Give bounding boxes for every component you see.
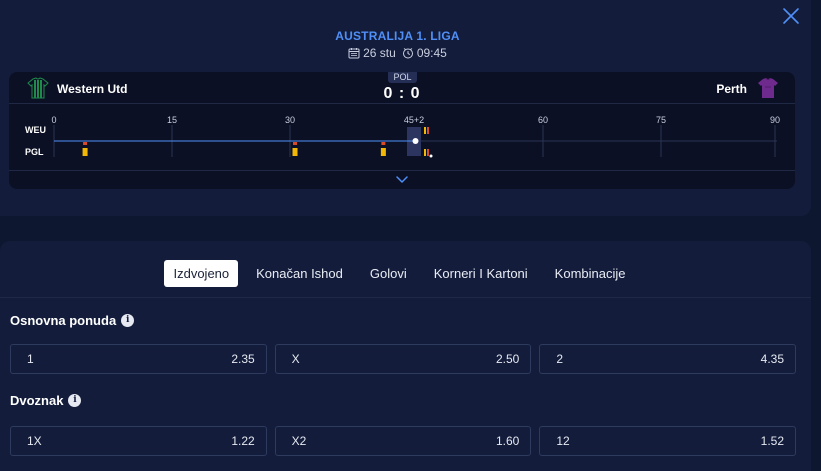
odd-button-x[interactable]: X 2.50 bbox=[274, 344, 532, 374]
timeline-tick-label: 45+2 bbox=[404, 115, 424, 125]
red-card-icon bbox=[427, 149, 429, 156]
market-title-label: Dvoznak bbox=[10, 393, 64, 408]
league-name: AUSTRALIJA 1. LIGA bbox=[335, 29, 460, 43]
odd-button-2[interactable]: 2 4.35 bbox=[539, 344, 797, 374]
red-card-icon bbox=[427, 127, 429, 134]
odds-row-dvoznak: 1X 1.22 X2 1.60 12 1.52 bbox=[10, 426, 797, 456]
timeline-tick-label: 60 bbox=[538, 115, 548, 125]
tab-konacan-ishod[interactable]: Konačan Ishod bbox=[247, 260, 352, 287]
current-minute-marker bbox=[412, 138, 419, 144]
info-icon[interactable]: i bbox=[68, 394, 82, 407]
odd-button-1x[interactable]: 1X 1.22 bbox=[10, 426, 267, 456]
tab-izdvojeno[interactable]: Izdvojeno bbox=[164, 259, 239, 287]
odd-button-x2[interactable]: X2 1.60 bbox=[274, 426, 532, 456]
match-date: 26 stu bbox=[363, 46, 396, 60]
timeline-tick-label: 90 bbox=[770, 115, 780, 125]
calendar-icon bbox=[348, 48, 360, 59]
odd-value: 4.35 bbox=[760, 352, 785, 366]
odd-button-12[interactable]: 12 1.52 bbox=[539, 426, 797, 456]
close-icon[interactable] bbox=[781, 6, 801, 26]
tabs-divider bbox=[0, 297, 811, 298]
yellow-card-icon bbox=[424, 127, 426, 134]
chevron-down-icon[interactable] bbox=[394, 173, 410, 187]
event-foul-mark bbox=[83, 142, 88, 145]
odds-row-osnovna-ponuda: 1 2.35 X 2.50 2 4.35 bbox=[10, 344, 797, 374]
market-tabs: Izdvojeno Konačan Ishod Golovi Korneri I… bbox=[0, 258, 811, 288]
odd-label: 2 bbox=[556, 352, 564, 366]
match-header-panel: AUSTRALIJA 1. LIGA 26 stu 09:45 Western … bbox=[0, 0, 811, 216]
odd-value: 1.22 bbox=[231, 434, 255, 448]
odd-label: 1 bbox=[27, 352, 34, 366]
timeline-tick-label: 0 bbox=[51, 115, 56, 125]
tab-kombinacije[interactable]: Kombinacije bbox=[546, 260, 635, 287]
expand-row bbox=[9, 170, 795, 189]
odd-value: 2.50 bbox=[495, 352, 520, 366]
odd-button-1[interactable]: 1 2.35 bbox=[10, 344, 267, 374]
tab-golovi[interactable]: Golovi bbox=[361, 260, 416, 287]
match-timeline: 0 15 30 45+2 60 75 90 bbox=[51, 115, 780, 158]
info-icon[interactable]: i bbox=[121, 314, 135, 327]
market-title-label: Osnovna ponuda bbox=[10, 313, 117, 328]
timeline-tick-label: 15 bbox=[167, 115, 177, 125]
match-tracker-card: Western Utd POL 0 : 0 Perth WEU PGL 0 15 3… bbox=[9, 72, 795, 189]
odd-value: 2.35 bbox=[231, 352, 255, 366]
timeline-tick-label: 75 bbox=[656, 115, 666, 125]
yellow-card-icon bbox=[82, 148, 88, 156]
odd-label: 12 bbox=[556, 434, 570, 448]
yellow-card-icon bbox=[380, 148, 386, 156]
match-datetime: 26 stu 09:45 bbox=[0, 46, 795, 60]
tab-korneri-i-kartoni[interactable]: Korneri I Kartoni bbox=[425, 260, 537, 287]
market-title-dvoznak: Dvoznak i bbox=[10, 393, 82, 408]
odd-label: X bbox=[291, 352, 300, 366]
ball-icon bbox=[429, 154, 433, 158]
match-time: 09:45 bbox=[416, 46, 447, 60]
yellow-card-icon bbox=[424, 149, 426, 156]
odd-value: 1.52 bbox=[760, 434, 785, 448]
odd-label: 1X bbox=[27, 434, 42, 448]
odd-label: X2 bbox=[291, 434, 307, 448]
yellow-card-icon bbox=[292, 148, 298, 156]
clock-icon bbox=[402, 48, 413, 59]
market-title-osnovna-ponuda: Osnovna ponuda i bbox=[10, 313, 135, 328]
odd-value: 1.60 bbox=[495, 434, 520, 448]
event-foul-mark bbox=[293, 142, 297, 145]
event-foul-mark bbox=[381, 142, 386, 145]
timeline-tick-label: 30 bbox=[285, 115, 295, 125]
betting-panel: Izdvojeno Konačan Ishod Golovi Korneri I… bbox=[0, 241, 811, 471]
